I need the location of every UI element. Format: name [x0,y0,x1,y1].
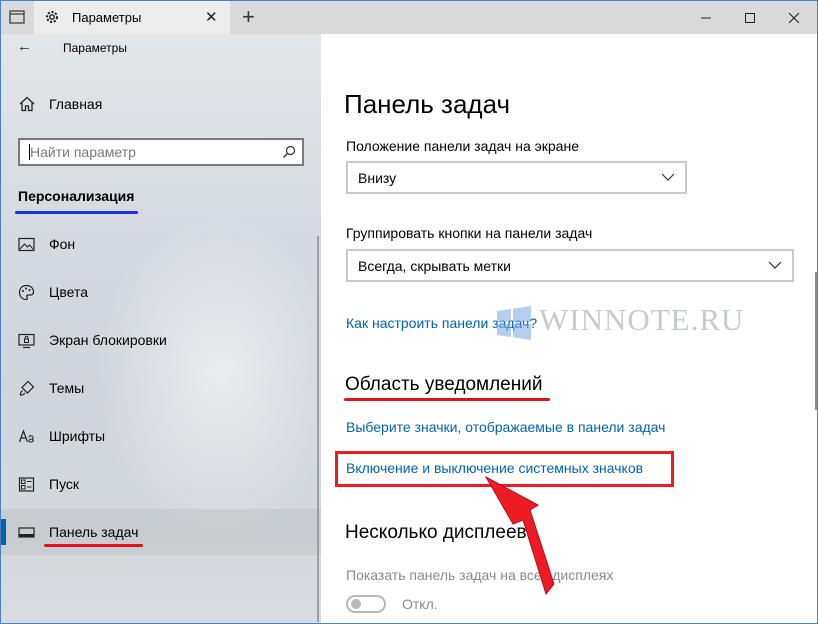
dropdown-value: Всегда, скрывать метки [358,258,511,274]
taskbar-icon [18,527,35,538]
sidebar-item-label: Фон [49,236,76,252]
notification-heading-underline [344,398,550,401]
sidebar: ← Параметры Главная Персонализация Ф [1,34,321,623]
maximize-button[interactable] [728,1,772,34]
search-box[interactable] [18,138,304,166]
page-title: Панель задач [344,89,511,119]
minimize-button[interactable] [684,1,728,34]
all-displays-toggle[interactable] [346,595,386,613]
minimize-icon [701,17,711,19]
close-button[interactable] [772,1,816,34]
system-icons-link[interactable]: Включение и выключение системных значков [346,460,643,476]
gear-icon [46,11,58,23]
maximize-icon [745,13,755,23]
sidebar-item-label: Экран блокировки [49,332,167,348]
chevron-down-icon [768,261,782,269]
new-tab-button[interactable]: + [242,4,255,30]
chevron-down-icon [661,173,675,181]
search-icon[interactable] [282,145,296,159]
sidebar-scrollbar[interactable] [317,236,319,622]
settings-window: Параметры ✕ + ← Параметры Главная Найти … [0,0,818,624]
sidebar-item-lock-screen[interactable]: Экран блокировки [1,317,321,363]
active-indicator [1,519,6,545]
sidebar-title: Параметры [63,41,127,55]
sidebar-item-label: Панель задач [49,524,139,540]
main-content: Панель задач Положение панели задач на э… [321,34,817,623]
notification-area-heading: Область уведомлений [345,374,543,395]
text-cursor [29,144,30,160]
sidebar-item-label: Темы [49,380,85,396]
image-icon [18,237,35,252]
customize-taskbar-link[interactable]: Как настроить панели задач? [346,315,537,331]
sidebar-item-home[interactable]: Главная [1,90,321,120]
multiple-displays-heading: Несколько дисплеев [345,522,527,543]
themes-icon [19,380,35,396]
fonts-icon [18,429,34,443]
group-label: Группировать кнопки на панели задач [346,225,593,241]
dropdown-value: Внизу [358,170,397,186]
section-underline [15,211,138,214]
section-heading: Персонализация [18,188,135,204]
close-icon [788,12,800,24]
lock-screen-icon [18,333,35,349]
sidebar-item-colors[interactable]: Цвета [1,269,321,315]
position-label: Положение панели задач на экране [346,138,579,154]
watermark-text: WINNOTE.RU [539,302,745,337]
back-arrow-icon[interactable]: ← [17,38,32,55]
sidebar-item-label: Главная [49,96,103,112]
select-taskbar-icons-link[interactable]: Выберите значки, отображаемые в панели з… [346,419,665,435]
tab-title: Параметры [72,10,142,25]
sidebar-item-themes[interactable]: Темы [1,365,321,411]
home-icon [19,96,35,112]
sidebar-item-label: Шрифты [49,428,106,444]
window-icon[interactable] [9,9,25,25]
toggle-state-label: Откл. [402,596,438,612]
sidebar-item-taskbar[interactable]: Панель задач [1,509,321,555]
start-icon [18,477,35,492]
group-dropdown[interactable]: Всегда, скрывать метки [346,249,794,282]
palette-icon [18,284,35,301]
tab-settings[interactable]: Параметры ✕ [34,1,230,34]
search-input[interactable] [20,140,280,164]
sidebar-item-label: Цвета [49,284,88,300]
tab-close-icon[interactable]: ✕ [205,8,218,26]
toggle-knob [351,599,361,609]
show-taskbar-all-displays-label: Показать панель задач на всех дисплеях [346,567,614,583]
position-dropdown[interactable]: Внизу [346,161,687,194]
sidebar-item-background[interactable]: Фон [1,221,321,267]
sidebar-item-label: Пуск [49,476,80,492]
sidebar-item-start[interactable]: Пуск [1,461,321,507]
taskbar-underline [44,544,143,547]
title-bar: Параметры ✕ + [1,1,817,34]
content-scrollbar[interactable] [815,272,817,410]
sidebar-item-fonts[interactable]: Шрифты [1,413,321,459]
